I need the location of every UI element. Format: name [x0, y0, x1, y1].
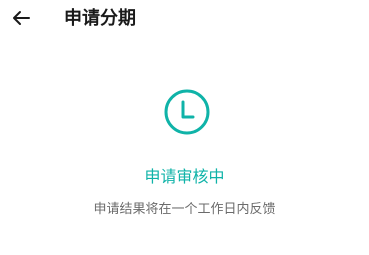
status-title: 申请审核中 [144, 167, 225, 186]
status-description: 申请结果将在一个工作日内反馈 [93, 202, 276, 217]
top-nav-bar: 申请分期 [0, 0, 369, 40]
page-title: 申请分期 [64, 8, 136, 29]
clock-icon [164, 89, 210, 135]
back-button[interactable] [10, 6, 32, 30]
arrow-left-icon [13, 11, 30, 25]
